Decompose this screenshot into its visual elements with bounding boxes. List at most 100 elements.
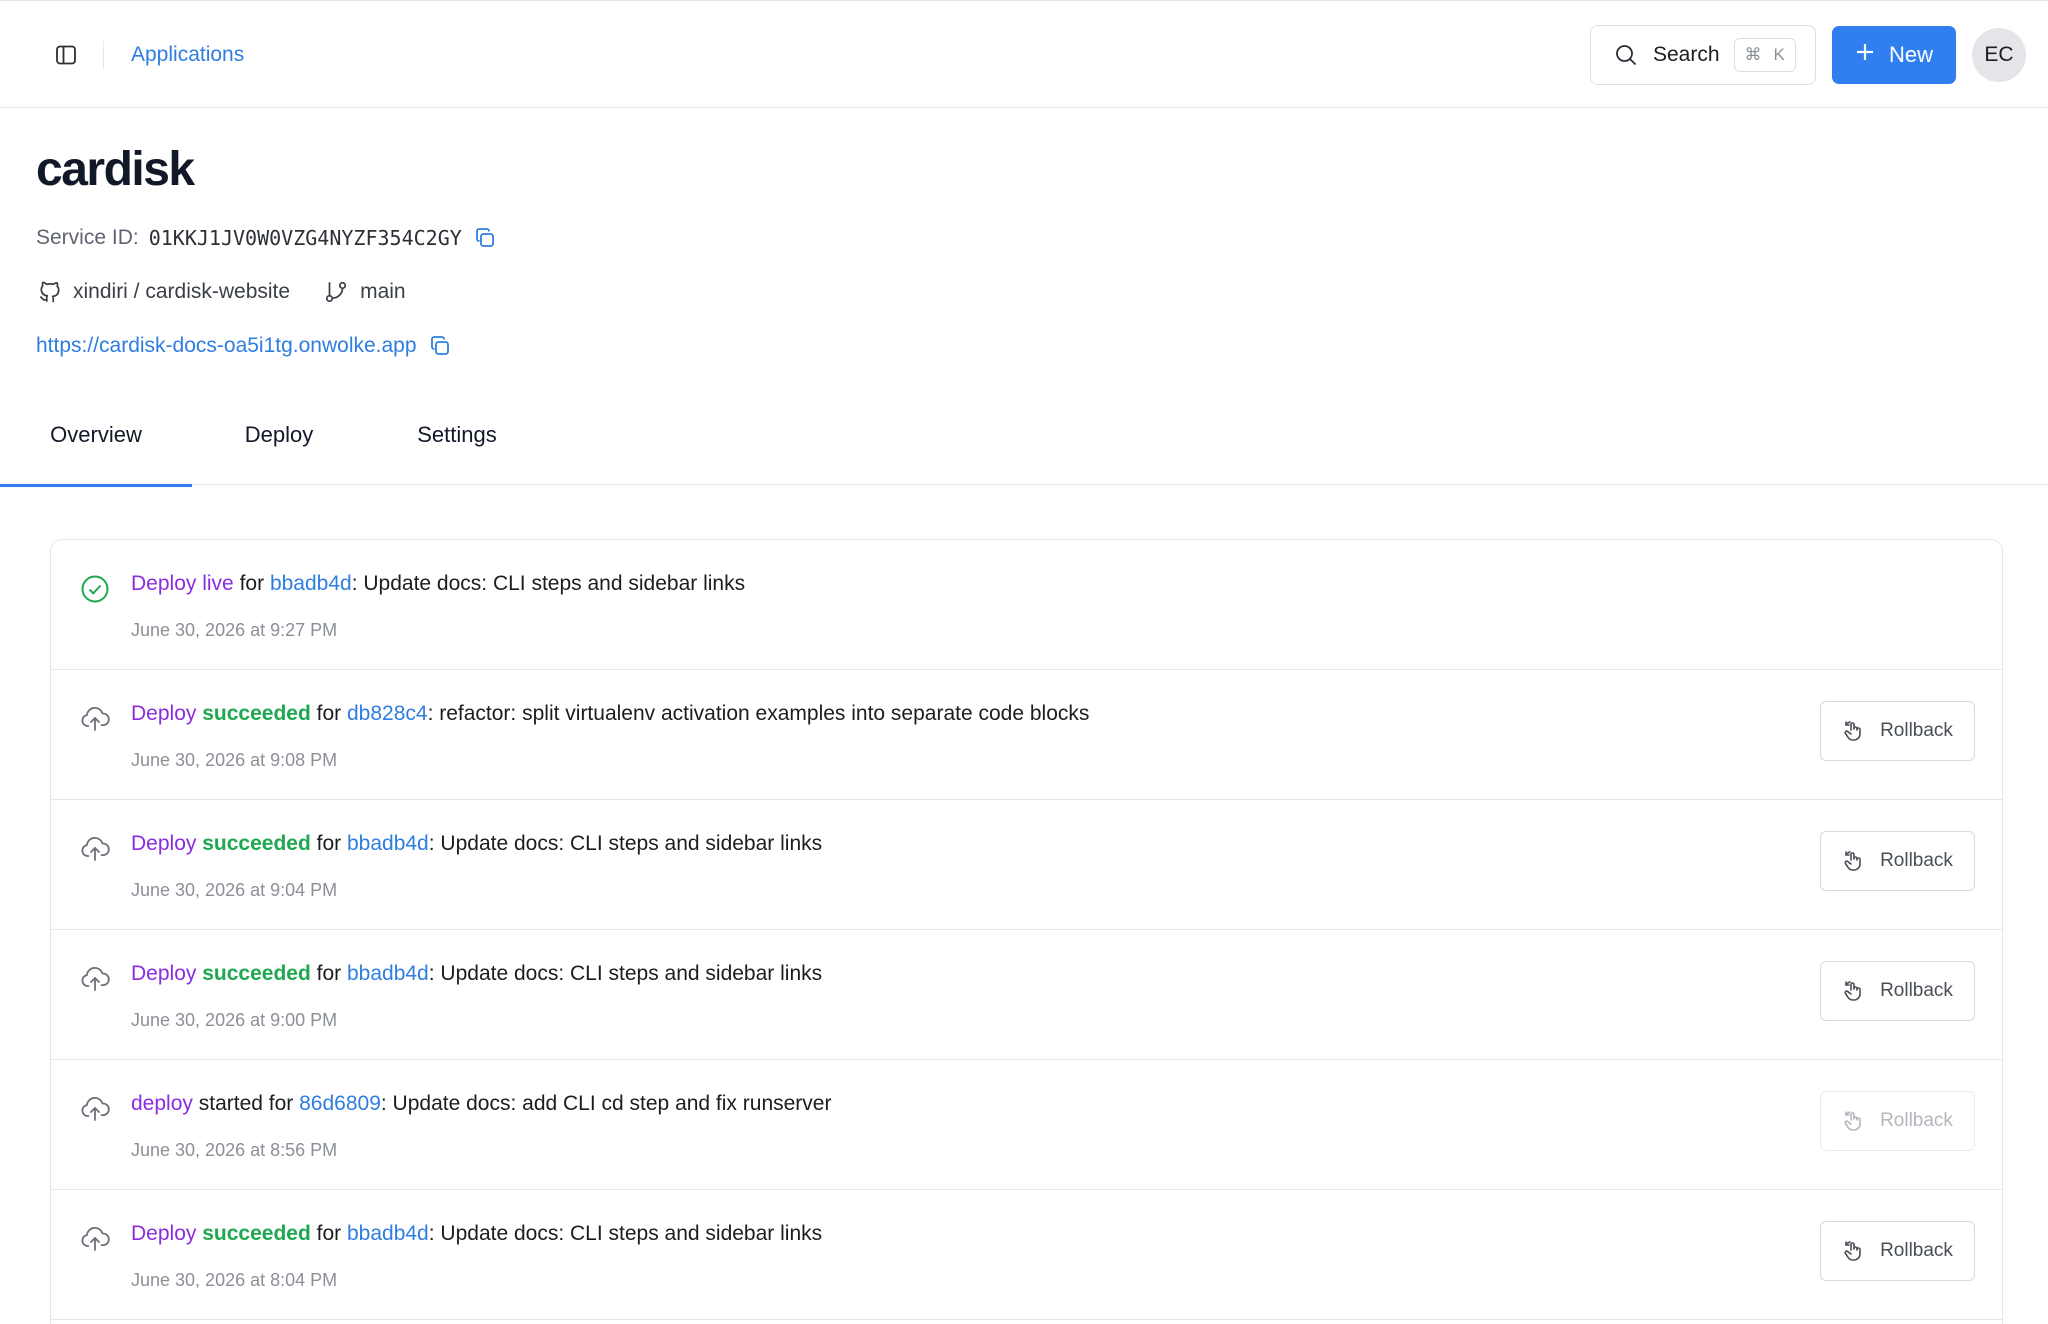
event-kind: Deploy (131, 962, 197, 985)
event-title: Deploy succeeded for bbadb4d: Update doc… (131, 1222, 822, 1246)
copy-service-id-icon[interactable] (472, 225, 498, 251)
event-connector: for (239, 572, 265, 595)
cloud-upload-icon (79, 1093, 111, 1125)
deploy-event-list: Deploy live for bbadb4d: Update docs: CL… (50, 539, 2003, 1324)
repo-link[interactable]: xindiri / cardisk-website (73, 280, 290, 304)
commit-link[interactable]: bbadb4d (270, 572, 352, 595)
rollback-icon (1842, 1109, 1866, 1133)
event-timestamp: June 30, 2026 at 9:00 PM (131, 1010, 338, 1030)
event-title: Deploy succeeded for db828c4: refactor: … (131, 702, 1089, 726)
event-row: Deploy succeeded for bbadb4d: Update doc… (51, 930, 2002, 1060)
service-id-row: Service ID: 01KKJ1JV0W0VZG4NYZF354C2GY (36, 222, 498, 254)
repo-row: xindiri / cardisk-website main (36, 276, 406, 308)
rollback-button[interactable]: Rollback (1820, 831, 1975, 891)
event-connector: for (316, 702, 342, 725)
top-bar: Applications Search ⌘ K New EC (0, 0, 2048, 108)
event-kind: Deploy (131, 832, 197, 855)
cloud-upload-icon (79, 963, 111, 995)
rollback-button: Rollback (1820, 1091, 1975, 1151)
commit-link[interactable]: bbadb4d (347, 962, 429, 985)
rollback-label: Rollback (1880, 720, 1953, 741)
check-circle-icon (79, 573, 111, 605)
rollback-icon (1842, 849, 1866, 873)
copy-url-icon[interactable] (427, 333, 453, 359)
service-id-label: Service ID: (36, 226, 139, 249)
event-status: succeeded (202, 702, 311, 725)
commit-link[interactable]: bbadb4d (347, 832, 429, 855)
tab-settings[interactable]: Settings (404, 400, 510, 485)
commit-message: : refactor: split virtualenv activation … (427, 702, 1090, 725)
commit-message: : Update docs: CLI steps and sidebar lin… (428, 832, 823, 855)
search-shortcut: ⌘ K (1733, 38, 1796, 72)
command-key: ⌘ (1744, 45, 1762, 64)
rollback-label: Rollback (1880, 850, 1953, 871)
event-status: succeeded (202, 962, 311, 985)
commit-link[interactable]: db828c4 (347, 702, 428, 725)
rollback-label: Rollback (1880, 980, 1953, 1001)
event-title: Deploy succeeded for bbadb4d: Update doc… (131, 832, 822, 856)
event-timestamp: June 30, 2026 at 9:27 PM (131, 620, 338, 640)
event-row: Deploy succeeded for db828c4: refactor: … (51, 670, 2002, 800)
event-connector: for (316, 1222, 342, 1245)
cloud-upload-icon (79, 833, 111, 865)
avatar[interactable]: EC (1972, 28, 2026, 82)
service-url-link[interactable]: https://cardisk-docs-oa5i1tg.onwolke.app (36, 334, 417, 358)
search-icon (1613, 42, 1639, 68)
event-kind: deploy (131, 1092, 193, 1115)
event-connector: for (316, 832, 342, 855)
rollback-label: Rollback (1880, 1110, 1953, 1131)
event-kind: Deploy (131, 572, 197, 595)
rollback-icon (1842, 979, 1866, 1003)
event-row: Deploy succeeded for bbadb4d: Update doc… (51, 800, 2002, 930)
tab-overview[interactable]: Overview (0, 400, 192, 487)
rollback-label: Rollback (1880, 1240, 1953, 1261)
event-timestamp: June 30, 2026 at 8:04 PM (131, 1270, 338, 1290)
cloud-upload-icon (79, 1223, 111, 1255)
commit-link[interactable]: 86d6809 (299, 1092, 381, 1115)
rollback-button[interactable]: Rollback (1820, 961, 1975, 1021)
rollback-button[interactable]: Rollback (1820, 701, 1975, 761)
commit-message: : Update docs: CLI steps and sidebar lin… (428, 962, 823, 985)
branch-name: main (360, 280, 406, 303)
commit-message: : Update docs: CLI steps and sidebar lin… (428, 1222, 823, 1245)
service-url-row: https://cardisk-docs-oa5i1tg.onwolke.app (36, 330, 453, 362)
event-timestamp: June 30, 2026 at 8:56 PM (131, 1140, 338, 1160)
sidebar-toggle-icon[interactable] (52, 41, 80, 69)
cloud-upload-icon (79, 703, 111, 735)
event-title: deploy started for 86d6809: Update docs:… (131, 1092, 831, 1116)
event-row: deploy started for 86d6809: Update docs:… (51, 1060, 2002, 1190)
event-title: Deploy live for bbadb4d: Update docs: CL… (131, 572, 745, 596)
github-icon (36, 278, 64, 306)
new-button-label: New (1888, 42, 1933, 67)
new-button[interactable]: New (1832, 26, 1956, 84)
event-status: succeeded (202, 1222, 311, 1245)
event-kind: Deploy (131, 702, 197, 725)
event-timestamp: June 30, 2026 at 9:04 PM (131, 880, 338, 900)
service-id-value: 01KKJ1JV0W0VZG4NYZF354C2GY (148, 226, 462, 250)
tab-bar: Overview Deploy Settings (0, 400, 2048, 487)
search-label: Search (1653, 43, 1720, 66)
commit-message: : Update docs: add CLI cd step and fix r… (380, 1092, 832, 1115)
topbar-divider (103, 41, 104, 69)
plus-icon (1855, 42, 1875, 68)
breadcrumb-applications[interactable]: Applications (131, 41, 244, 69)
commit-link[interactable]: bbadb4d (347, 1222, 429, 1245)
event-kind: Deploy (131, 1222, 197, 1245)
event-timestamp: June 30, 2026 at 9:08 PM (131, 750, 338, 770)
search-button[interactable]: Search ⌘ K (1590, 25, 1816, 85)
page-title: cardisk (36, 143, 195, 196)
event-connector: started for (198, 1092, 294, 1115)
commit-message: : Update docs: CLI steps and sidebar lin… (351, 572, 746, 595)
event-connector: for (316, 962, 342, 985)
rollback-icon (1842, 719, 1866, 743)
rollback-icon (1842, 1239, 1866, 1263)
event-status: live (202, 572, 234, 595)
event-status: succeeded (202, 832, 311, 855)
rollback-button[interactable]: Rollback (1820, 1221, 1975, 1281)
git-branch-icon (322, 278, 350, 306)
k-key: K (1773, 45, 1785, 64)
event-title: Deploy succeeded for bbadb4d: Update doc… (131, 962, 822, 986)
event-row: Deploy live for bbadb4d: Update docs: CL… (51, 540, 2002, 670)
tab-deploy[interactable]: Deploy (226, 400, 332, 485)
event-row: Deploy succeeded for bbadb4d: Update doc… (51, 1190, 2002, 1320)
